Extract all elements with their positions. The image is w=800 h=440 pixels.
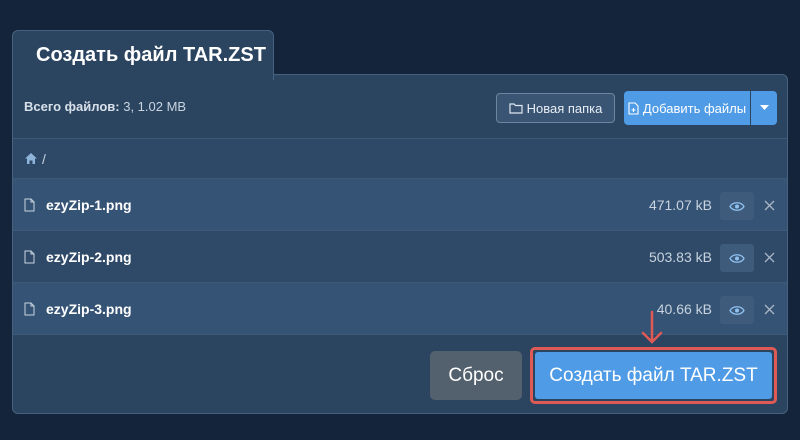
files-summary: Всего файлов: 3, 1.02 MB: [24, 99, 186, 114]
create-archive-button[interactable]: Создать файл TAR.ZST: [535, 352, 772, 399]
summary-label: Всего файлов:: [24, 99, 120, 114]
new-folder-label: Новая папка: [526, 100, 603, 116]
folder-icon: [509, 103, 523, 114]
file-list: ezyZip-1.png 471.07 kB ezyZip-2.png 503.…: [13, 179, 787, 335]
file-icon: [24, 250, 35, 264]
file-size: 503.83 kB: [648, 249, 712, 265]
file-row: ezyZip-2.png 503.83 kB: [13, 231, 787, 283]
create-label: Создать файл TAR.ZST: [549, 364, 758, 386]
caret-down-icon: [759, 105, 769, 110]
file-size: 471.07 kB: [648, 197, 712, 213]
file-row: ezyZip-1.png 471.07 kB: [13, 179, 787, 231]
page-title: Создать файл TAR.ZST: [36, 44, 266, 66]
file-name: ezyZip-2.png: [46, 249, 132, 265]
eye-icon: [729, 253, 745, 263]
file-icon: [24, 198, 35, 212]
page-tab: Создать файл TAR.ZST: [12, 30, 274, 80]
file-panel: Всего файлов: 3, 1.02 MB Новая папка Доб…: [12, 74, 788, 414]
eye-icon: [729, 201, 745, 211]
close-icon: [764, 252, 774, 262]
close-icon: [764, 304, 774, 314]
remove-button[interactable]: [759, 245, 779, 269]
preview-button[interactable]: [720, 244, 754, 272]
remove-button[interactable]: [759, 297, 779, 321]
reset-label: Сброс: [448, 364, 504, 386]
file-name: ezyZip-3.png: [46, 301, 132, 317]
file-name: ezyZip-1.png: [46, 197, 132, 213]
preview-button[interactable]: [720, 296, 754, 324]
breadcrumb: /: [13, 138, 787, 179]
preview-button[interactable]: [720, 192, 754, 220]
close-icon: [764, 200, 774, 210]
add-files-button[interactable]: Добавить файлы: [624, 91, 750, 125]
remove-button[interactable]: [759, 193, 779, 217]
summary-value: 3, 1.02 MB: [123, 99, 187, 114]
arrow-down-icon: [641, 310, 663, 344]
file-size: 40.66 kB: [656, 301, 712, 317]
add-files-label: Добавить файлы: [642, 100, 747, 116]
new-folder-button[interactable]: Новая папка: [496, 93, 615, 123]
file-row: ezyZip-3.png 40.66 kB: [13, 283, 787, 335]
home-icon[interactable]: [24, 152, 38, 165]
add-files-dropdown-button[interactable]: [751, 91, 777, 125]
eye-icon: [729, 305, 745, 315]
file-icon: [24, 302, 35, 316]
file-plus-icon: [628, 101, 639, 115]
breadcrumb-separator: /: [42, 150, 46, 167]
toolbar: Всего файлов: 3, 1.02 MB Новая папка Доб…: [13, 75, 787, 138]
reset-button[interactable]: Сброс: [430, 351, 522, 400]
